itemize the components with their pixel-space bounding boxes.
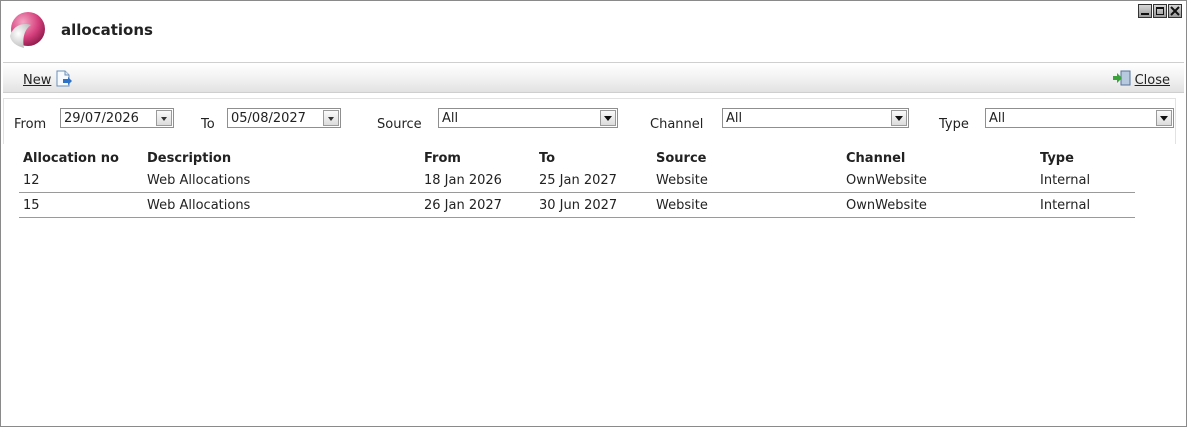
minimize-icon[interactable]: [1138, 4, 1152, 18]
type-select[interactable]: All: [985, 108, 1174, 128]
table-header-row: Allocation no Description From To Source…: [19, 148, 1135, 168]
type-value: All: [989, 111, 1006, 126]
window-controls: [1138, 4, 1182, 18]
source-select[interactable]: All: [438, 108, 618, 128]
allocations-table: Allocation no Description From To Source…: [19, 148, 1135, 218]
title-bar: allocations: [1, 1, 1186, 61]
new-button-label: New: [23, 73, 52, 88]
cell-description: Web Allocations: [143, 168, 420, 193]
column-header-to[interactable]: To: [535, 148, 652, 168]
toolbar: New Close: [3, 62, 1184, 93]
cell-description: Web Allocations: [143, 192, 420, 218]
new-document-icon: [55, 70, 73, 91]
cell-from: 18 Jan 2026: [420, 168, 535, 193]
column-header-type[interactable]: Type: [1036, 148, 1135, 168]
table-row[interactable]: 15 Web Allocations 26 Jan 2027 30 Jun 20…: [19, 192, 1135, 218]
channel-select[interactable]: All: [722, 108, 909, 128]
close-button-label: Close: [1134, 72, 1170, 88]
dropdown-arrow-icon[interactable]: [891, 110, 907, 126]
dropdown-arrow-icon[interactable]: [600, 110, 616, 126]
app-logo-icon: [7, 10, 47, 50]
cell-allocation-no: 12: [19, 168, 143, 193]
cell-channel: OwnWebsite: [842, 168, 1036, 193]
column-header-source[interactable]: Source: [652, 148, 842, 168]
cell-type: Internal: [1036, 168, 1135, 193]
dropdown-arrow-icon[interactable]: [323, 110, 339, 126]
from-date-value: 29/07/2026: [64, 111, 139, 126]
to-label: To: [201, 117, 215, 132]
cell-source: Website: [652, 168, 842, 193]
cell-channel: OwnWebsite: [842, 192, 1036, 218]
channel-label: Channel: [650, 117, 704, 132]
maximize-icon[interactable]: [1153, 4, 1167, 18]
window-title: allocations: [61, 21, 153, 39]
column-header-from[interactable]: From: [420, 148, 535, 168]
source-value: All: [442, 111, 459, 126]
exit-door-icon: [1112, 70, 1131, 90]
source-label: Source: [377, 117, 422, 132]
cell-to: 30 Jun 2027: [535, 192, 652, 218]
to-date-value: 05/08/2027: [231, 111, 306, 126]
cell-type: Internal: [1036, 192, 1135, 218]
to-date-select[interactable]: 05/08/2027: [227, 108, 341, 128]
new-button[interactable]: New: [23, 70, 73, 91]
cell-source: Website: [652, 192, 842, 218]
close-window-icon[interactable]: [1168, 4, 1182, 18]
cell-to: 25 Jan 2027: [535, 168, 652, 193]
type-label: Type: [939, 117, 969, 132]
cell-allocation-no: 15: [19, 192, 143, 218]
dropdown-arrow-icon[interactable]: [1156, 110, 1172, 126]
filter-bar: From 29/07/2026 To 05/08/2027 Source All…: [3, 98, 1176, 144]
close-button[interactable]: Close: [1112, 70, 1170, 90]
channel-value: All: [726, 111, 743, 126]
table-row[interactable]: 12 Web Allocations 18 Jan 2026 25 Jan 20…: [19, 168, 1135, 193]
from-date-select[interactable]: 29/07/2026: [60, 108, 174, 128]
dropdown-arrow-icon[interactable]: [156, 110, 172, 126]
from-label: From: [14, 117, 47, 132]
cell-from: 26 Jan 2027: [420, 192, 535, 218]
column-header-channel[interactable]: Channel: [842, 148, 1036, 168]
column-header-description[interactable]: Description: [143, 148, 420, 168]
allocations-window: allocations New Close From 29/07/2026 To…: [0, 0, 1187, 427]
column-header-allocation-no[interactable]: Allocation no: [19, 148, 143, 168]
